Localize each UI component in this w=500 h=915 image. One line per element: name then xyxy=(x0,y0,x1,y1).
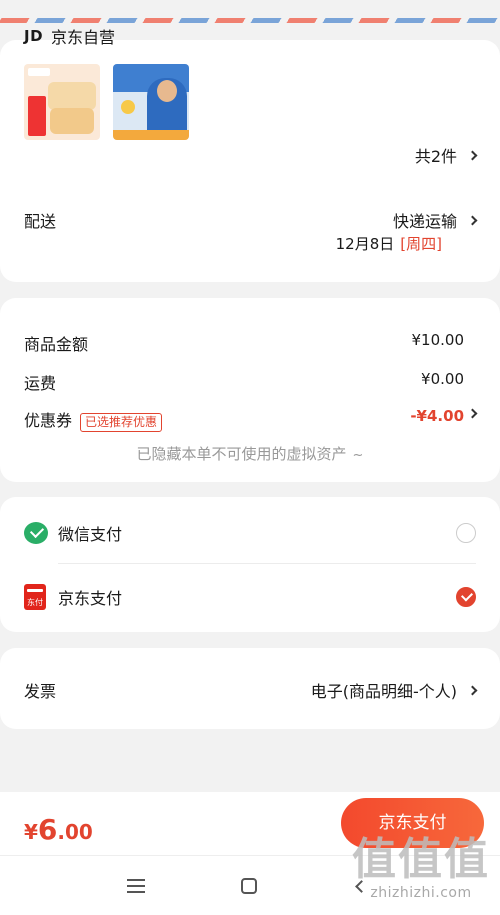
wechat-pay-icon xyxy=(24,522,48,544)
shipping-date: 12月8日 [周四] xyxy=(335,235,442,253)
jd-pay-icon: 东付 xyxy=(24,584,46,610)
goods-amount-row: 商品金额 ¥10.00 xyxy=(24,331,464,355)
store-header: JD 京东自营 xyxy=(24,24,115,48)
coupon-row[interactable]: 优惠券 已选推荐优惠 -¥4.00 xyxy=(24,407,464,432)
total-price: ¥6.00 xyxy=(24,813,93,846)
payment-label: 京东支付 xyxy=(58,589,123,608)
chevron-right-icon xyxy=(467,150,478,160)
store-name: 京东自营 xyxy=(51,28,116,47)
chevron-down-icon: ~ xyxy=(352,448,364,463)
hidden-assets-toggle[interactable]: 已隐藏本单不可使用的虚拟资产 ~ xyxy=(0,443,500,464)
coupon-tag: 已选推荐优惠 xyxy=(80,413,163,432)
payment-option-wechat[interactable]: 微信支付 xyxy=(24,515,476,551)
goods-amount-label: 商品金额 xyxy=(24,335,89,354)
payment-option-jd[interactable]: 东付 京东支付 xyxy=(24,579,476,615)
home-icon[interactable] xyxy=(234,872,264,900)
product-thumbnail-service[interactable] xyxy=(113,64,189,140)
item-count: 共2件 xyxy=(414,147,457,166)
invoice-value: 电子(商品明细-个人) xyxy=(310,682,457,701)
freight-value: ¥0.00 xyxy=(421,370,464,388)
invoice-link[interactable]: 电子(商品明细-个人) xyxy=(310,678,478,702)
item-count-link[interactable]: 共2件 xyxy=(414,143,478,167)
radio-unchecked-icon[interactable] xyxy=(456,523,476,543)
goods-amount-value: ¥10.00 xyxy=(411,331,465,349)
divider xyxy=(58,563,476,564)
shipping-method: 快递运输 xyxy=(392,212,457,231)
product-thumbnail-bread[interactable] xyxy=(24,64,100,140)
shipping-method-link[interactable]: 快递运输 xyxy=(392,208,478,232)
shipping-weekday: [周四] xyxy=(400,235,442,253)
invoice-label: 发票 xyxy=(24,682,57,701)
watermark: 值值值 zhizhizhi.com xyxy=(352,834,490,902)
radio-checked-icon[interactable] xyxy=(456,587,476,607)
freight-label: 运费 xyxy=(24,374,57,393)
airmail-border xyxy=(0,0,500,24)
payment-label: 微信支付 xyxy=(58,525,123,544)
chevron-right-icon xyxy=(467,685,478,695)
coupon-label: 优惠券 xyxy=(24,411,73,430)
freight-row: 运费 ¥0.00 xyxy=(24,370,464,394)
menu-icon[interactable] xyxy=(121,872,151,900)
shipping-label: 配送 xyxy=(24,212,57,231)
jd-logo-icon: JD xyxy=(24,27,44,45)
chevron-right-icon xyxy=(467,215,478,225)
coupon-value: -¥4.00 xyxy=(410,407,464,425)
